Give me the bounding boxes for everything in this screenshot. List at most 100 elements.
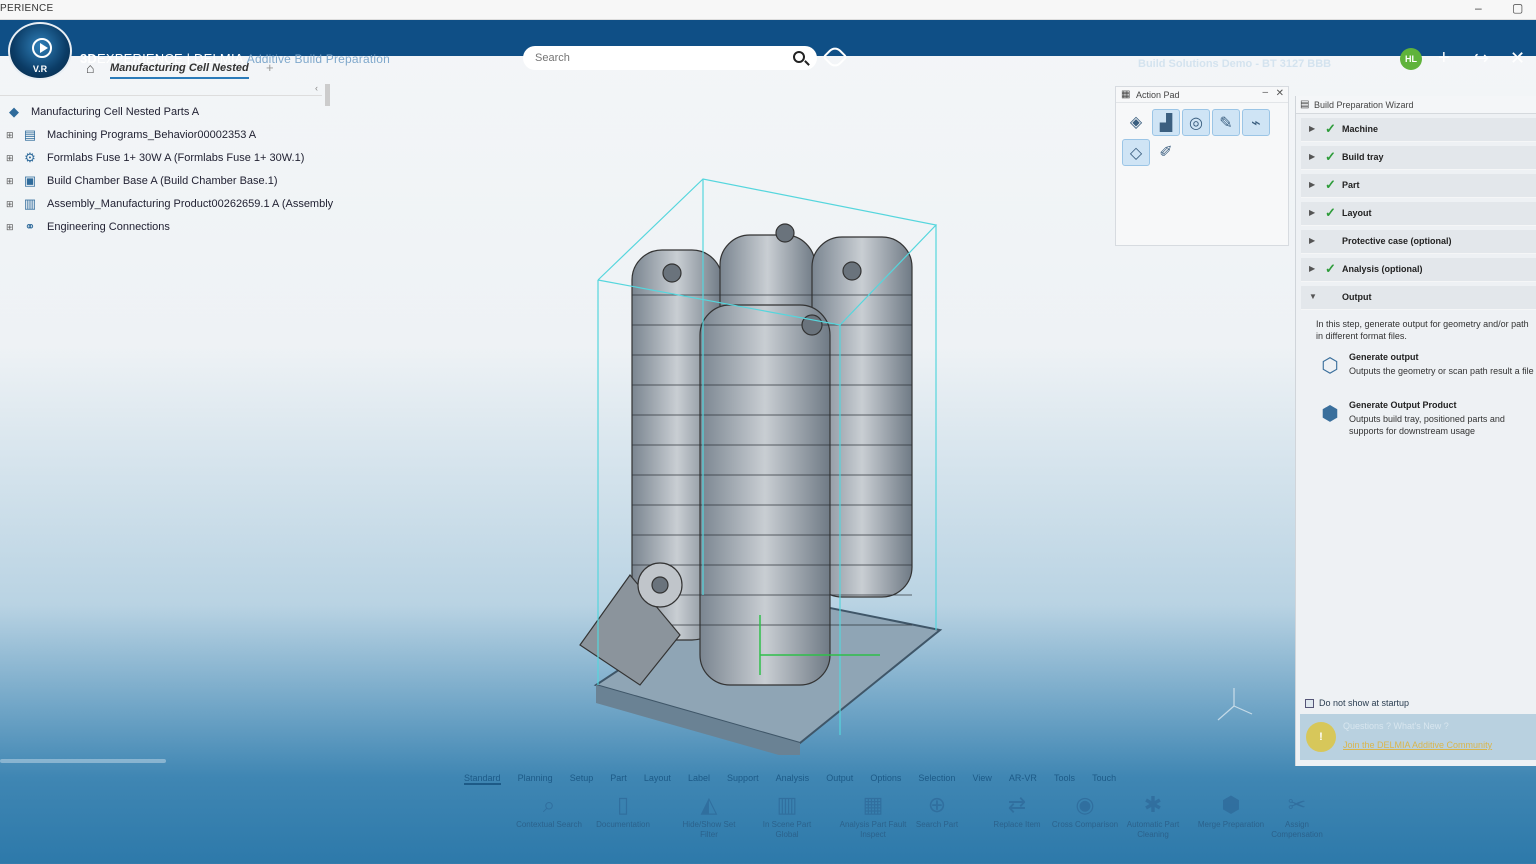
tab-part[interactable]: Part [610, 773, 627, 783]
generate-product-icon: ⬢ [1321, 403, 1339, 425]
tree-item-engineering-connections[interactable]: ⊞ ⚭ Engineering Connections [0, 217, 330, 240]
tree-item-formlabs[interactable]: ⊞ ⚙ Formlabs Fuse 1+ 30W A (Formlabs Fus… [0, 148, 330, 171]
lightbulb-icon: ! [1306, 722, 1336, 752]
check-icon: ✓ [1325, 205, 1336, 220]
tab-view[interactable]: View [973, 773, 992, 783]
collapse-tree-icon[interactable]: ‹ [315, 83, 318, 93]
tab-support[interactable]: Support [727, 773, 759, 783]
tab-options[interactable]: Options [870, 773, 901, 783]
generate-output-product-option[interactable]: ⬢ Generate Output Product Outputs build … [1314, 398, 1536, 444]
minimize-pad-icon[interactable]: – [1262, 87, 1268, 98]
magnifier-icon: ⌕ [542, 792, 556, 817]
dont-show-checkbox[interactable]: Do not show at startup [1305, 698, 1409, 709]
wizard-step-part[interactable]: ▶ ✓ Part [1301, 174, 1536, 198]
add-tab-icon[interactable]: + [266, 60, 274, 75]
search-box[interactable] [523, 46, 817, 70]
tree-root[interactable]: ◆ Manufacturing Cell Nested Parts A [0, 102, 330, 125]
wizard-step-output[interactable]: ▼ Output [1301, 286, 1536, 310]
wizard-step-analysis[interactable]: ▶ ✓ Analysis (optional) [1301, 258, 1536, 282]
wizard-step-build-tray[interactable]: ▶ ✓ Build tray [1301, 146, 1536, 170]
cross-comparison-tool[interactable]: ◉ Cross Comparison [1050, 790, 1120, 830]
hide-show-tool[interactable]: ◭ Hide/Show Set Filter [674, 790, 744, 840]
3d-viewport[interactable] [560, 175, 950, 755]
tree-item-build-chamber[interactable]: ⊞ ▣ Build Chamber Base A (Build Chamber … [0, 171, 330, 194]
tab-tools[interactable]: Tools [1054, 773, 1075, 783]
check-icon: ✓ [1325, 121, 1336, 136]
support-command-icon[interactable]: ⌁ [1242, 109, 1270, 136]
layout-command-icon[interactable]: ✎ [1212, 109, 1240, 136]
tab-label[interactable]: Label [688, 773, 710, 783]
machine-command-icon[interactable]: ▟ [1152, 109, 1180, 136]
book-icon: ▯ [616, 792, 630, 817]
in-scene-tool[interactable]: ▥ In Scene Part Global [752, 790, 822, 840]
chevron-right-icon: ▶ [1309, 152, 1316, 161]
tab-standard[interactable]: Standard [464, 773, 501, 785]
wizard-step-protective-case[interactable]: ▶ Protective case (optional) [1301, 230, 1536, 254]
tree-item-assembly[interactable]: ⊞ ▥ Assembly_Manufacturing Product002626… [0, 194, 333, 217]
wizard-step-machine[interactable]: ▶ ✓ Machine [1301, 118, 1536, 142]
search-input[interactable] [535, 50, 775, 66]
chevron-right-icon: ▶ [1309, 236, 1316, 245]
compass-version: V.R [32, 64, 48, 74]
tab-output[interactable]: Output [826, 773, 853, 783]
tab-analysis[interactable]: Analysis [776, 773, 810, 783]
maximize-button[interactable]: ▢ [1512, 1, 1523, 15]
merge-preparation-tool[interactable]: ⬢ Merge Preparation [1196, 790, 1266, 830]
wizard-icon: ▤ [1300, 99, 1310, 110]
tree-item-machining-programs[interactable]: ⊞ ▤ Machining Programs_Behavior00002353 … [0, 125, 330, 148]
expand-icon[interactable]: ⊞ [6, 222, 14, 233]
home-icon[interactable]: ⌂ [86, 60, 94, 76]
tab-touch[interactable]: Touch [1092, 773, 1116, 783]
user-info[interactable]: Build Solutions Demo - BT 3127 BBB [1138, 58, 1331, 70]
tab-manufacturing-cell[interactable]: Manufacturing Cell Nested [110, 62, 249, 79]
chevron-right-icon: ▶ [1309, 208, 1316, 217]
expand-icon[interactable]: ⊞ [6, 153, 14, 164]
chevron-right-icon: ▶ [1309, 180, 1316, 189]
checkbox[interactable] [1305, 699, 1314, 709]
compass-button[interactable]: V.R [8, 22, 72, 80]
plate-command-icon[interactable]: ◈ [1122, 109, 1150, 136]
program-icon: ▤ [23, 127, 37, 142]
analysis-tool[interactable]: ▦ Analysis Part Fault Inspect [838, 790, 908, 840]
output-command-icon[interactable]: ◇ [1122, 139, 1150, 166]
add-icon[interactable]: + [1438, 48, 1450, 68]
window-titlebar: PERIENCE – ▢ [0, 0, 1536, 20]
generate-output-option[interactable]: ⬡ Generate output Outputs the geometry o… [1314, 350, 1536, 396]
expand-icon[interactable]: ⊞ [6, 199, 14, 210]
wizard-step-layout[interactable]: ▶ ✓ Layout [1301, 202, 1536, 226]
tools-icon[interactable]: ✕ [1510, 48, 1525, 68]
tab-ar-vr[interactable]: AR-VR [1009, 773, 1037, 783]
view-compass-icon[interactable] [1212, 684, 1256, 728]
search-icon[interactable] [793, 51, 805, 63]
horizontal-scrollbar[interactable] [0, 756, 330, 766]
replace-tool[interactable]: ⇄ Replace Item [982, 790, 1052, 830]
tab-selection[interactable]: Selection [918, 773, 955, 783]
pencil-command-icon[interactable]: ✐ [1152, 139, 1180, 166]
automatic-cleaning-tool[interactable]: ✱ Automatic Part Cleaning [1118, 790, 1188, 840]
documentation-tool[interactable]: ▯ Documentation [588, 790, 658, 830]
minimize-button[interactable]: – [1475, 1, 1482, 15]
tab-setup[interactable]: Setup [570, 773, 594, 783]
connections-icon: ⚭ [24, 219, 36, 234]
output-description: In this step, generate output for geomet… [1316, 319, 1529, 341]
expand-icon[interactable]: ⊞ [6, 130, 14, 141]
chevron-right-icon: ▶ [1309, 124, 1316, 133]
merge-icon: ⬢ [1221, 792, 1241, 817]
tag-icon[interactable] [822, 44, 848, 70]
chamber-icon: ▣ [23, 173, 37, 188]
close-pad-icon[interactable]: ✕ [1276, 88, 1284, 99]
part-command-icon[interactable]: ◎ [1182, 109, 1210, 136]
generate-output-icon: ⬡ [1321, 355, 1339, 377]
assign-compensation-tool[interactable]: ✂ Assign Compensation [1262, 790, 1332, 840]
contextual-search-tool[interactable]: ⌕ Contextual Search [514, 790, 584, 830]
share-icon[interactable]: ↪ [1474, 48, 1489, 68]
tab-planning[interactable]: Planning [518, 773, 553, 783]
avatar[interactable]: HL [1400, 48, 1422, 70]
replace-icon: ⇄ [1007, 792, 1027, 817]
action-pad-header: ▦ Action Pad – ✕ [1116, 87, 1288, 103]
community-link[interactable]: Join the DELMIA Additive Community [1343, 740, 1492, 750]
expand-icon[interactable]: ⊞ [6, 176, 14, 187]
tab-layout[interactable]: Layout [644, 773, 671, 783]
play-icon[interactable] [32, 38, 52, 58]
search-part-tool[interactable]: ⊕ Search Part [902, 790, 972, 830]
